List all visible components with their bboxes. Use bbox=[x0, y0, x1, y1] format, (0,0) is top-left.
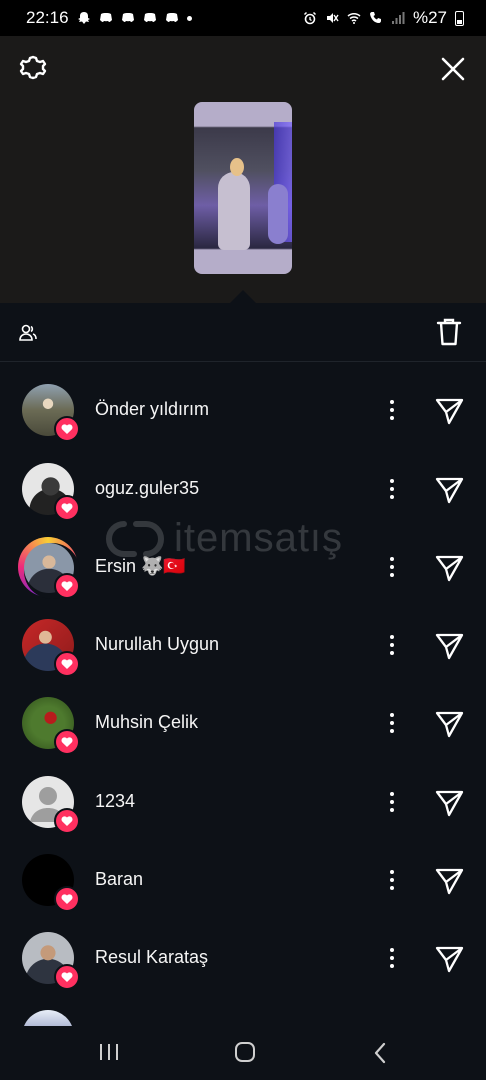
viewer-name[interactable]: oguz.guler35 bbox=[95, 478, 199, 499]
person-figure bbox=[218, 172, 250, 250]
avatar[interactable] bbox=[22, 854, 80, 912]
heart-icon bbox=[61, 971, 73, 982]
viewer-name[interactable]: Resul Karataş bbox=[95, 947, 208, 968]
viewer-row[interactable]: Resul Karataş bbox=[0, 932, 486, 1010]
viewer-name[interactable]: Nurullah Uygun bbox=[95, 634, 219, 655]
avatar[interactable] bbox=[22, 619, 80, 677]
liked-badge bbox=[54, 964, 80, 990]
battery-icon bbox=[455, 10, 464, 26]
heart-icon bbox=[61, 893, 73, 904]
send-icon[interactable] bbox=[434, 553, 464, 583]
liked-badge bbox=[54, 651, 80, 677]
send-icon[interactable] bbox=[434, 709, 464, 739]
more-vertical-icon[interactable] bbox=[382, 553, 402, 581]
send-icon[interactable] bbox=[434, 944, 464, 974]
call-icon bbox=[369, 12, 381, 23]
snapchat-icon bbox=[77, 12, 90, 24]
signal-icon bbox=[391, 12, 405, 24]
viewer-name[interactable]: 1234 bbox=[95, 791, 135, 812]
battery-percentage: %27 bbox=[412, 8, 447, 27]
person-head bbox=[230, 158, 244, 176]
avatar[interactable] bbox=[22, 932, 80, 990]
avatar-image bbox=[22, 1010, 74, 1026]
viewer-row[interactable]: Nurullah Uygun bbox=[0, 619, 486, 697]
selected-story-pointer bbox=[229, 290, 257, 304]
alarm-icon bbox=[303, 11, 316, 25]
viewer-row[interactable]: Baran bbox=[0, 854, 486, 932]
liked-badge bbox=[54, 416, 80, 442]
trash-icon[interactable] bbox=[436, 317, 462, 347]
viewer-row[interactable]: oguz.guler35 bbox=[0, 463, 486, 541]
more-vertical-icon[interactable] bbox=[382, 631, 402, 659]
system-navigation-bar bbox=[0, 1026, 486, 1080]
viewer-name[interactable]: Muhsin Çelik bbox=[95, 712, 198, 733]
viewers-list[interactable]: Önder yıldırım oguz.guler35 Ersin 🐺🇹🇷 Nu… bbox=[0, 362, 486, 1026]
person-figure-secondary bbox=[268, 184, 288, 244]
wifi-icon bbox=[347, 13, 361, 24]
gear-icon[interactable] bbox=[18, 54, 48, 84]
discord-icon bbox=[165, 13, 178, 22]
recent-apps-icon[interactable] bbox=[98, 1042, 120, 1062]
discord-icon bbox=[143, 13, 156, 22]
heart-icon bbox=[61, 658, 73, 669]
send-icon[interactable] bbox=[434, 788, 464, 818]
more-vertical-icon[interactable] bbox=[382, 944, 402, 972]
send-icon[interactable] bbox=[434, 866, 464, 896]
status-time: 22:16 bbox=[26, 8, 69, 27]
avatar[interactable] bbox=[22, 1010, 76, 1026]
close-icon[interactable] bbox=[440, 56, 466, 82]
story-preview-panel bbox=[0, 36, 486, 303]
avatar[interactable] bbox=[18, 537, 80, 599]
more-vertical-icon[interactable] bbox=[382, 866, 402, 894]
viewer-name[interactable]: Baran bbox=[95, 869, 143, 890]
story-action-bar bbox=[0, 303, 486, 362]
mute-icon bbox=[326, 13, 339, 23]
avatar[interactable] bbox=[22, 776, 80, 834]
people-icon[interactable] bbox=[18, 323, 38, 343]
heart-icon bbox=[61, 502, 73, 513]
viewer-row[interactable]: Muhsin Çelik bbox=[0, 697, 486, 775]
status-bar: 22:16 %27 bbox=[0, 0, 486, 36]
avatar[interactable] bbox=[22, 463, 80, 521]
send-icon[interactable] bbox=[434, 475, 464, 505]
viewer-row-partial[interactable] bbox=[0, 1010, 486, 1026]
heart-icon bbox=[61, 815, 73, 826]
viewer-row[interactable]: 1234 bbox=[0, 776, 486, 854]
more-vertical-icon[interactable] bbox=[382, 788, 402, 816]
heart-icon bbox=[61, 423, 73, 434]
story-thumbnail[interactable] bbox=[194, 102, 292, 274]
heart-icon bbox=[61, 736, 73, 747]
liked-badge bbox=[54, 808, 80, 834]
more-vertical-icon[interactable] bbox=[382, 396, 402, 424]
send-icon[interactable] bbox=[434, 396, 464, 426]
liked-badge bbox=[54, 886, 80, 912]
viewer-name[interactable]: Önder yıldırım bbox=[95, 399, 209, 420]
viewer-name[interactable]: Ersin 🐺🇹🇷 bbox=[95, 556, 186, 577]
discord-icon bbox=[99, 13, 112, 22]
more-notifications-dot bbox=[186, 15, 192, 21]
more-vertical-icon[interactable] bbox=[382, 709, 402, 737]
heart-icon bbox=[61, 580, 73, 591]
send-icon[interactable] bbox=[434, 631, 464, 661]
back-icon[interactable] bbox=[372, 1041, 388, 1065]
more-vertical-icon[interactable] bbox=[382, 475, 402, 503]
avatar[interactable] bbox=[22, 384, 80, 442]
viewer-row[interactable]: Önder yıldırım bbox=[0, 384, 486, 462]
home-icon[interactable] bbox=[234, 1041, 256, 1063]
viewer-row[interactable]: Ersin 🐺🇹🇷 bbox=[0, 537, 486, 619]
liked-badge bbox=[54, 573, 80, 599]
avatar[interactable] bbox=[22, 697, 80, 755]
liked-badge bbox=[54, 729, 80, 755]
liked-badge bbox=[54, 495, 80, 521]
discord-icon bbox=[121, 13, 134, 22]
